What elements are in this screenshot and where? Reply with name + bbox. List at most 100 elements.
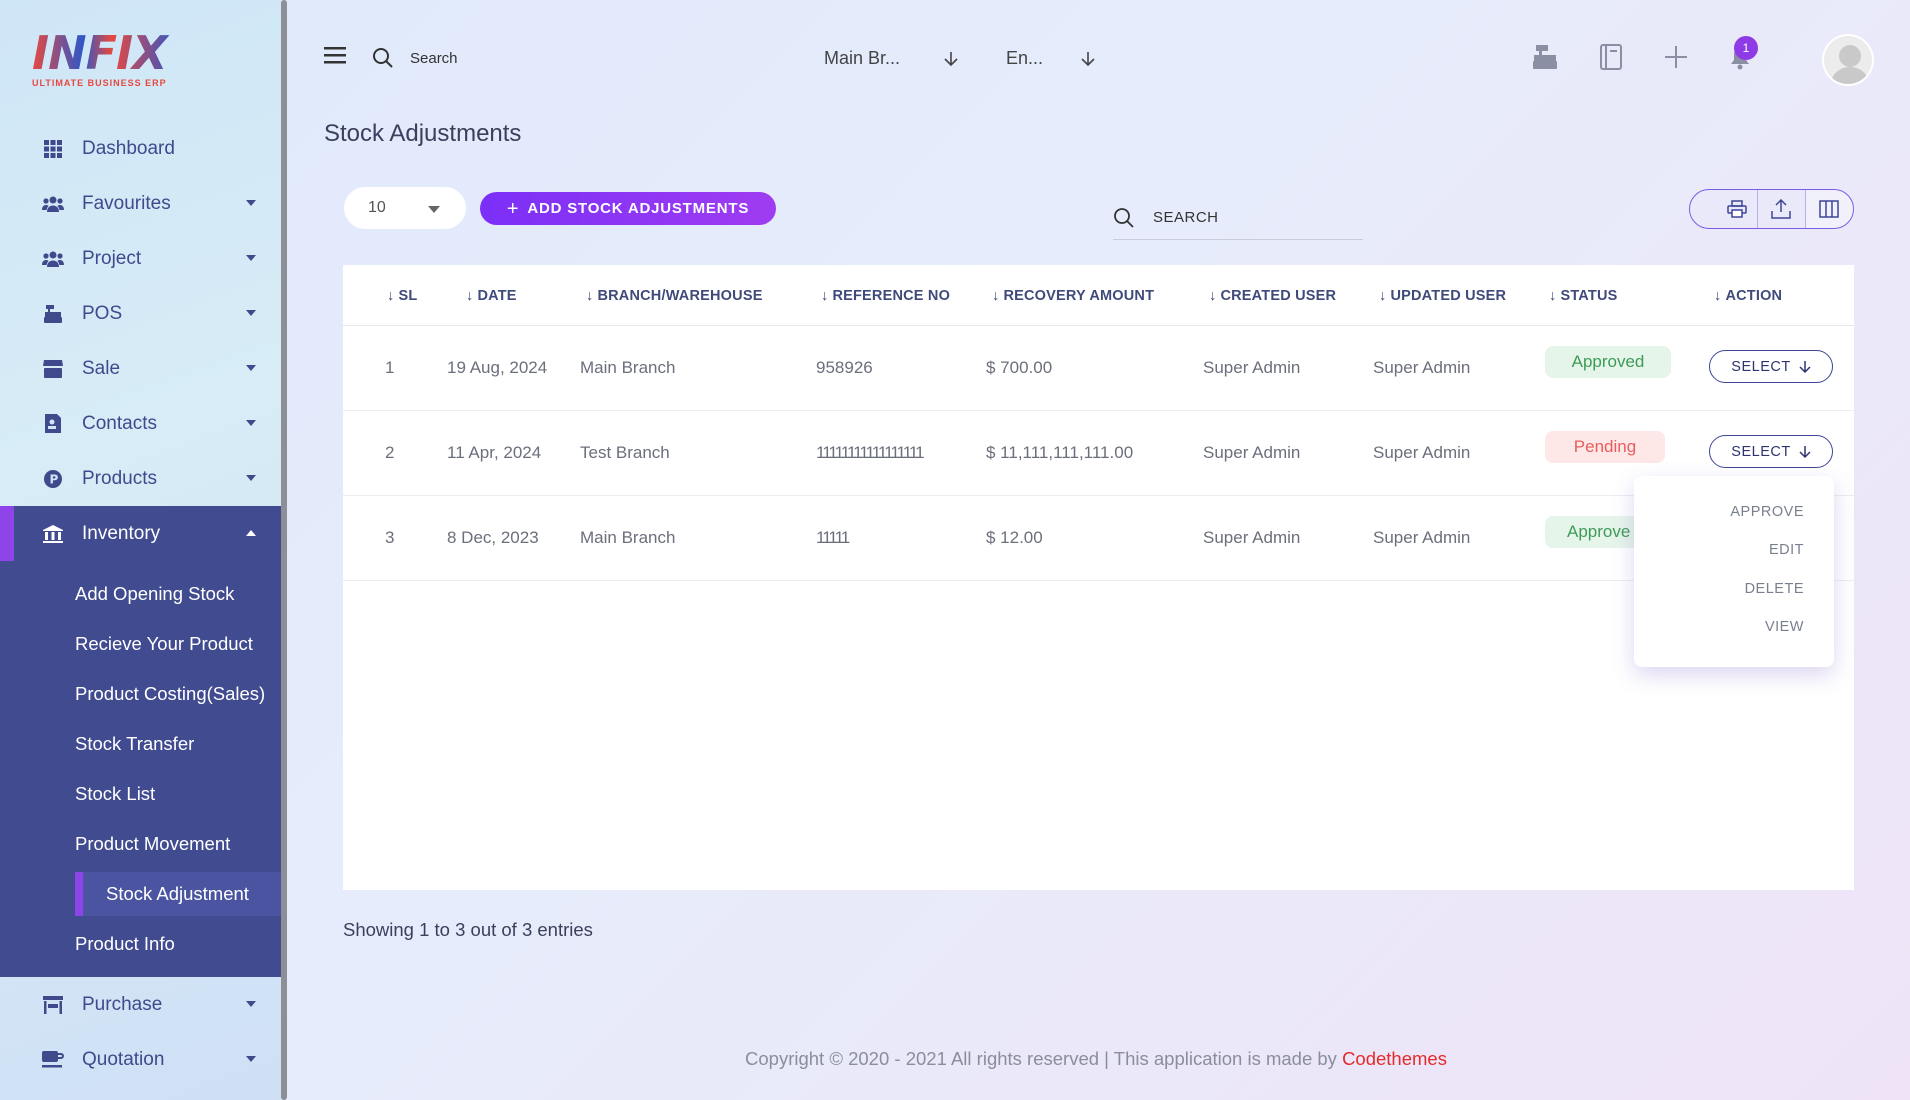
search-icon [1114,207,1134,228]
table-search-input[interactable]: SEARCH [1113,196,1363,240]
user-avatar-button[interactable] [1822,34,1874,86]
sort-arrow-icon: ↓ [1379,288,1387,304]
column-header-created-user[interactable]: ↓ CREATED USER [1209,288,1336,304]
cell-sl: 2 [385,443,395,462]
sidebar-item-label: Inventory [82,522,161,544]
action-dropdown-menu: APPROVE EDIT DELETE VIEW [1634,476,1834,667]
notebook-icon [1600,44,1622,70]
table-tools-group [1689,189,1854,229]
top-search-label: Search [410,49,458,67]
menu-item-approve[interactable]: APPROVE [1730,504,1804,520]
submenu-stock-list[interactable]: Stock List [0,769,282,819]
sidebar-item-pos[interactable]: POS [0,286,282,341]
caret-down-icon [428,206,440,213]
action-select-button[interactable]: SELECT [1709,350,1833,383]
add-stock-adjustment-button[interactable]: + ADD STOCK ADJUSTMENTS [480,192,776,225]
sidebar-item-label: Sale [82,357,121,379]
column-header-updated-user[interactable]: ↓ UPDATED USER [1379,288,1506,304]
sort-arrow-icon: ↓ [1714,288,1722,304]
column-header-status[interactable]: ↓ STATUS [1549,288,1618,304]
shop-icon [42,994,64,1016]
sort-arrow-icon: ↓ [992,288,1000,304]
sidebar-item-purchase[interactable]: Purchase [0,977,282,1032]
cell-updated-user: Super Admin [1373,358,1471,377]
header-label: BRANCH/WAREHOUSE [597,288,763,304]
column-header-amount[interactable]: ↓ RECOVERY AMOUNT [992,288,1154,304]
print-button[interactable] [1690,190,1758,228]
footer-brand-link[interactable]: Codethemes [1342,1048,1447,1069]
brand-logo[interactable]: INFIX ULTIMATE BUSINESS ERP [32,30,177,92]
sidebar-item-dashboard[interactable]: Dashboard [0,121,282,176]
cell-date: 8 Dec, 2023 [447,528,539,547]
caret-down-icon [246,255,256,261]
page-length-value: 10 [368,199,386,216]
sidebar-item-favourites[interactable]: Favourites [0,176,282,231]
user-silhouette-icon [1830,45,1870,84]
action-select-button[interactable]: SELECT [1709,435,1833,468]
status-badge: Approved [1545,346,1671,378]
logo-wordmark: INFIX [32,30,177,76]
page-length-select[interactable]: 10 [344,187,466,229]
action-select-label: SELECT [1731,358,1791,375]
arrow-down-icon [1799,445,1811,458]
header-label: CREATED USER [1220,288,1337,304]
submenu-stock-transfer[interactable]: Stock Transfer [0,719,282,769]
caret-up-icon [246,530,256,536]
notifications-button[interactable]: 1 [1728,36,1758,70]
export-button[interactable] [1758,190,1806,228]
sidebar-item-label: POS [82,302,123,324]
upload-icon [1771,199,1791,219]
submenu-product-info[interactable]: Product Info [0,919,282,969]
submenu-label: Stock Adjustment [106,883,249,904]
cell-created-user: Super Admin [1203,443,1301,462]
sidebar-item-sale[interactable]: Sale [0,341,282,396]
menu-item-view[interactable]: VIEW [1765,619,1804,635]
sort-arrow-icon: ↓ [586,288,594,304]
svg-text:P: P [50,472,59,486]
action-select-label: SELECT [1731,443,1791,460]
branch-select[interactable]: Main Br... [824,48,958,69]
sidebar-item-label: Project [82,247,142,269]
top-search[interactable]: Search [372,40,458,76]
column-header-date[interactable]: ↓ DATE [466,288,517,304]
menu-item-edit[interactable]: EDIT [1769,542,1804,558]
submenu-product-costing[interactable]: Product Costing(Sales) [0,669,282,719]
sidebar-item-inventory[interactable]: Inventory [0,506,282,561]
caret-down-icon [246,365,256,371]
sidebar-scrollbar[interactable] [281,0,287,1100]
submenu-add-opening-stock[interactable]: Add Opening Stock [0,569,282,619]
page-title: Stock Adjustments [324,120,522,147]
cell-updated-user: Super Admin [1373,528,1471,547]
sidebar-item-label: Purchase [82,993,163,1015]
plus-icon [1665,46,1687,68]
cell-branch: Main Branch [580,528,676,547]
menu-item-delete[interactable]: DELETE [1745,581,1804,597]
cell-amount: $ 11,111,111,111.00 [986,443,1134,462]
address-book-icon [42,413,64,435]
sidebar-item-contacts[interactable]: Contacts [0,396,282,451]
column-header-sl[interactable]: ↓ SL [387,288,417,304]
menu-toggle-button[interactable] [324,46,346,64]
footer-text: Copyright © 2020 - 2021 All rights reser… [745,1048,1343,1069]
cell-sl: 1 [385,358,395,377]
submenu-recieve-your-product[interactable]: Recieve Your Product [0,619,282,669]
p-circle-icon: P [42,468,64,490]
header-label: UPDATED USER [1390,288,1507,304]
submenu-stock-adjustment[interactable]: Stock Adjustment [0,869,282,919]
sidebar-item-products[interactable]: P Products [0,451,282,506]
pos-shortcut-button[interactable] [1532,44,1558,70]
footer: Copyright © 2020 - 2021 All rights reser… [0,1048,1910,1070]
columns-button[interactable] [1805,190,1853,228]
logo-tagline: ULTIMATE BUSINESS ERP [32,78,167,88]
submenu-product-movement[interactable]: Product Movement [0,819,282,869]
warehouse-icon [42,523,64,545]
add-button-label: ADD STOCK ADJUSTMENTS [527,200,750,217]
column-header-branch[interactable]: ↓ BRANCH/WAREHOUSE [586,288,763,304]
sidebar-item-project[interactable]: Project [0,231,282,286]
notes-shortcut-button[interactable] [1599,44,1623,70]
cell-amount: $ 700.00 [986,358,1053,377]
column-header-action[interactable]: ↓ ACTION [1714,288,1782,304]
column-header-reference[interactable]: ↓ REFERENCE NO [821,288,950,304]
language-select[interactable]: En... [1006,48,1095,69]
add-new-button[interactable] [1664,45,1688,69]
